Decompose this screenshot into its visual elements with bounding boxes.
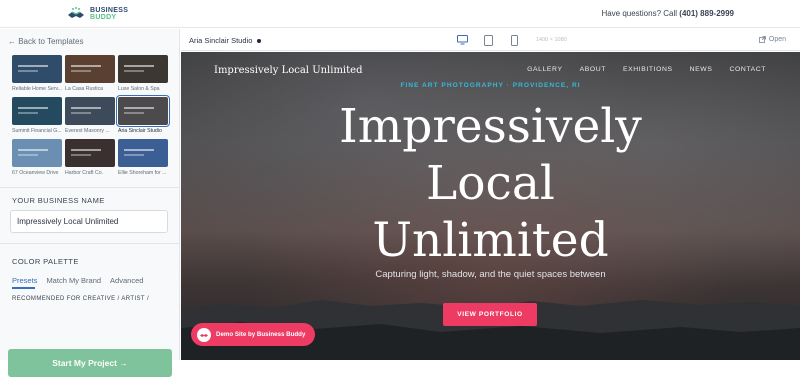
template-caption: Ellie Shoreham for ... xyxy=(118,170,167,176)
template-caption: Aria Sinclair Studio xyxy=(118,128,162,134)
template-thumbnail[interactable]: Luxe Salon & Spa xyxy=(118,55,168,92)
tab-advanced[interactable]: Advanced xyxy=(110,276,143,285)
template-caption: Reliable Home Serv... xyxy=(12,86,62,92)
handshake-icon xyxy=(68,7,84,18)
template-grid: Reliable Home Serv... La Casa Rustica Luxe… xyxy=(12,55,170,176)
open-preview-link[interactable]: Open xyxy=(758,36,786,43)
active-tab-indicator xyxy=(12,287,35,289)
nav-exhibitions[interactable]: EXHIBITIONS xyxy=(623,66,673,73)
demo-badge-label: Demo Site by Business Buddy xyxy=(216,331,306,338)
template-preview-image xyxy=(118,55,168,83)
nav-about[interactable]: ABOUT xyxy=(580,66,606,73)
tablet-icon[interactable] xyxy=(482,34,494,46)
desktop-icon[interactable] xyxy=(456,34,468,46)
site-preview-hero: Impressively Local Unlimited GALLERY ABO… xyxy=(181,52,800,360)
hero-kicker: FINE ART PHOTOGRAPHY · PROVIDENCE, RI xyxy=(400,82,581,89)
template-preview-image xyxy=(116,95,170,127)
mobile-icon[interactable] xyxy=(508,34,520,46)
template-preview-image xyxy=(12,139,62,167)
external-link-icon xyxy=(758,36,766,43)
preview-toolbar: Aria Sinclair Studio 1400 × 1080 Open xyxy=(181,29,800,51)
hero-subtitle: Capturing light, shadow, and the quiet s… xyxy=(375,269,606,280)
recommended-label: RECOMMENDED FOR CREATIVE / ARTIST / xyxy=(12,296,150,302)
viewport-dimensions: 1400 × 1080 xyxy=(536,37,567,43)
nav-gallery[interactable]: GALLERY xyxy=(527,66,562,73)
template-thumbnail[interactable]: Ellie Shoreham for ... xyxy=(118,139,168,176)
divider xyxy=(0,187,180,188)
hero-title: Impressively Local Unlimited xyxy=(181,98,800,269)
top-bar: BUSINESS BUDDY Have questions? Call (401… xyxy=(0,0,800,28)
demo-site-badge[interactable]: Demo Site by Business Buddy xyxy=(191,323,316,346)
template-preview-image xyxy=(65,97,115,125)
view-portfolio-button[interactable]: VIEW PORTFOLIO xyxy=(443,303,537,326)
template-caption: Everest Masonry ... xyxy=(65,128,110,134)
template-preview-image xyxy=(12,97,62,125)
template-thumbnail[interactable]: Harbor Craft Co. xyxy=(65,139,115,176)
template-preview-image xyxy=(12,55,62,83)
hero-site-brand[interactable]: Impressively Local Unlimited xyxy=(214,65,362,76)
template-thumbnail[interactable]: Aria Sinclair Studio xyxy=(116,95,170,134)
tab-presets[interactable]: Presets xyxy=(12,276,37,285)
template-preview-image xyxy=(118,139,168,167)
template-thumbnail[interactable]: Everest Masonry ... xyxy=(65,97,115,134)
template-sidebar: ← Back to Templates Reliable Home Serv..… xyxy=(0,29,180,377)
palette-tabs: Presets Match My Brand Advanced xyxy=(12,276,143,285)
logo-text-line1: BUSINESS xyxy=(90,7,129,14)
template-thumbnail[interactable]: Reliable Home Serv... xyxy=(12,55,62,92)
open-label: Open xyxy=(768,36,786,43)
business-buddy-logo[interactable]: BUSINESS BUDDY xyxy=(66,6,128,22)
status-dot xyxy=(257,39,262,44)
template-thumbnail[interactable]: 67 Oceanview Drive xyxy=(12,139,62,176)
phone-prefix: Have questions? Call xyxy=(601,9,678,18)
back-to-templates-link[interactable]: ← Back to Templates xyxy=(8,37,83,46)
template-preview-image xyxy=(65,139,115,167)
business-buddy-icon xyxy=(197,327,211,342)
tab-match-my-brand[interactable]: Match My Brand xyxy=(46,276,101,285)
nav-news[interactable]: NEWS xyxy=(690,66,713,73)
template-caption: La Casa Rustica xyxy=(65,86,104,92)
hero-title-line: Unlimited xyxy=(372,213,609,268)
template-caption: 67 Oceanview Drive xyxy=(12,170,59,176)
template-thumbnail[interactable]: Summit Financial G... xyxy=(12,97,62,134)
template-caption: Harbor Craft Co. xyxy=(65,170,104,176)
template-caption: Summit Financial G... xyxy=(12,128,62,134)
template-caption: Luxe Salon & Spa xyxy=(118,86,160,92)
contact-phone: Have questions? Call (401) 889-2999 xyxy=(601,9,734,18)
device-switcher: 1400 × 1080 xyxy=(456,34,567,46)
hero-title-line: Local xyxy=(426,156,555,211)
start-my-project-button[interactable]: Start My Project → xyxy=(8,349,172,377)
nav-contact[interactable]: CONTACT xyxy=(729,66,766,73)
hero-title-line: Impressively xyxy=(339,99,642,154)
template-thumbnail[interactable]: La Casa Rustica xyxy=(65,55,115,92)
business-name-input[interactable] xyxy=(10,210,168,233)
divider xyxy=(0,243,180,244)
color-palette-label: COLOR PALETTE xyxy=(12,257,79,266)
business-name-label: YOUR BUSINESS NAME xyxy=(12,196,105,205)
logo-text-line2: BUDDY xyxy=(90,14,117,21)
hero-nav: GALLERY ABOUT EXHIBITIONS NEWS CONTACT xyxy=(527,66,766,73)
preview-site-title: Aria Sinclair Studio xyxy=(189,36,253,45)
phone-number-link[interactable]: (401) 889-2999 xyxy=(679,9,734,18)
template-preview-image xyxy=(65,55,115,83)
